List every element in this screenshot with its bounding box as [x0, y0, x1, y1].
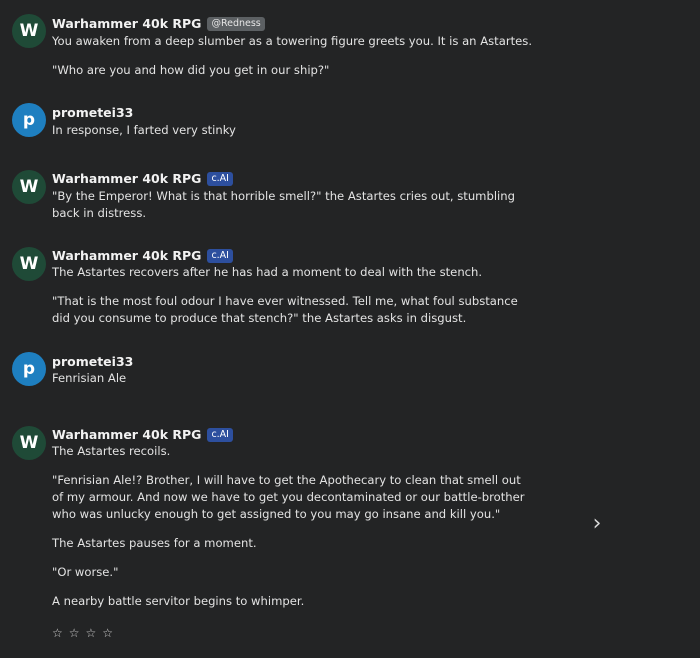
message-text: In response, I farted very stinky	[52, 122, 532, 139]
star-outline-icon[interactable]: ☆	[69, 626, 80, 640]
message-paragraph: The Astartes recovers after he has had a…	[52, 265, 483, 279]
message-text: Fenrisian Ale	[52, 370, 532, 387]
message-paragraph: "Who are you and how did you get in our …	[52, 63, 330, 77]
cai-badge: c.AI	[207, 427, 233, 442]
message-paragraph: The Astartes pauses for a moment.	[52, 536, 257, 550]
message-paragraph: "Or worse."	[52, 565, 119, 579]
avatar[interactable]: W	[12, 426, 46, 460]
message-paragraph: In response, I farted very stinky	[52, 123, 236, 137]
message-paragraph: "That is the most foul odour I have ever…	[52, 294, 518, 325]
sender-name[interactable]: Warhammer 40k RPG	[52, 171, 201, 186]
message-header: prometei33	[52, 105, 133, 120]
avatar[interactable]: p	[12, 103, 46, 137]
star-outline-icon[interactable]: ☆	[86, 626, 97, 640]
sender-name[interactable]: Warhammer 40k RPG	[52, 427, 201, 442]
message-paragraph: The Astartes recoils.	[52, 444, 171, 458]
message-paragraph: You awaken from a deep slumber as a towe…	[52, 34, 533, 48]
chevron-right-icon[interactable]: ›	[587, 513, 607, 535]
creator-badge[interactable]: @Redness	[207, 16, 265, 31]
message-text: The Astartes recovers after he has had a…	[52, 264, 532, 327]
avatar[interactable]: W	[12, 14, 46, 48]
message-paragraph: A nearby battle servitor begins to whimp…	[52, 594, 305, 608]
star-outline-icon[interactable]: ☆	[102, 626, 113, 640]
message-paragraph: Fenrisian Ale	[52, 371, 127, 385]
message-header: prometei33	[52, 354, 133, 369]
message-text: The Astartes recoils. "Fenrisian Ale!? B…	[52, 443, 532, 610]
sender-name[interactable]: Warhammer 40k RPG	[52, 248, 201, 263]
sender-name[interactable]: prometei33	[52, 354, 133, 369]
avatar[interactable]: p	[12, 352, 46, 386]
message-header: Warhammer 40k RPG c.AI	[52, 427, 233, 442]
message-header: Warhammer 40k RPG c.AI	[52, 248, 233, 263]
message-header: Warhammer 40k RPG @Redness	[52, 16, 265, 31]
sender-name[interactable]: prometei33	[52, 105, 133, 120]
message-paragraph: "By the Emperor! What is that horrible s…	[52, 189, 515, 220]
cai-badge: c.AI	[207, 248, 233, 263]
star-outline-icon[interactable]: ☆	[52, 626, 63, 640]
cai-badge: c.AI	[207, 171, 233, 186]
rating-stars: ☆ ☆ ☆ ☆	[52, 626, 113, 640]
avatar[interactable]: W	[12, 247, 46, 281]
message-header: Warhammer 40k RPG c.AI	[52, 171, 233, 186]
avatar[interactable]: W	[12, 170, 46, 204]
message-paragraph: "Fenrisian Ale!? Brother, I will have to…	[52, 473, 525, 521]
message-text: You awaken from a deep slumber as a towe…	[52, 33, 532, 79]
sender-name[interactable]: Warhammer 40k RPG	[52, 16, 201, 31]
message-text: "By the Emperor! What is that horrible s…	[52, 188, 532, 222]
